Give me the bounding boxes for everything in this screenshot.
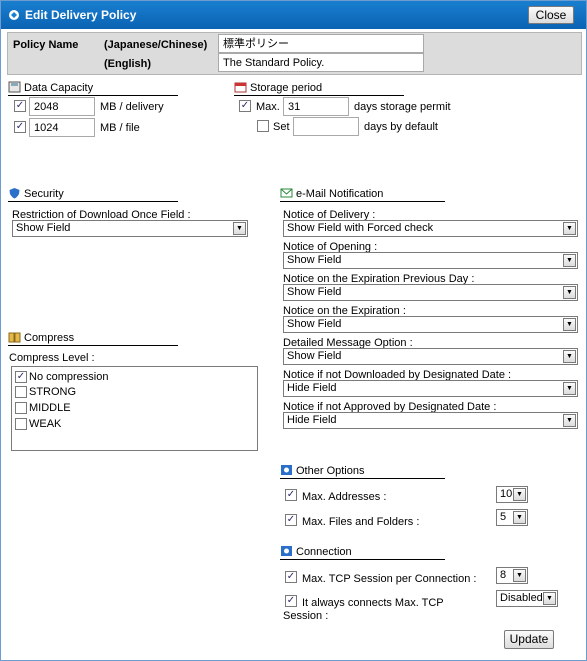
max-tcp-checkbox[interactable]: ✓ bbox=[285, 571, 297, 583]
data-capacity-heading: Data Capacity bbox=[8, 81, 178, 96]
strong-checkbox[interactable] bbox=[15, 386, 27, 398]
window-title: Edit Delivery Policy bbox=[25, 8, 137, 22]
always-connect-label-line2: Session : bbox=[283, 610, 329, 622]
update-button[interactable]: Update bbox=[504, 630, 554, 649]
compress-level-label: Compress Level : bbox=[9, 352, 95, 364]
weak-checkbox[interactable] bbox=[15, 418, 27, 430]
japanese-chinese-label: (Japanese/Chinese) bbox=[104, 39, 208, 51]
chevron-down-icon: ▼ bbox=[563, 318, 576, 331]
chevron-down-icon: ▼ bbox=[563, 414, 576, 427]
max-addresses-select[interactable]: 10 ▼ bbox=[496, 486, 528, 503]
email-notification-heading: e-Mail Notification bbox=[280, 187, 445, 202]
chevron-down-icon: ▼ bbox=[563, 286, 576, 299]
always-connect-checkbox[interactable]: ✓ bbox=[285, 595, 297, 607]
notice-not-approved-select[interactable]: Hide Field ▼ bbox=[283, 412, 578, 429]
policy-name-japanese-input[interactable]: 標準ポリシー bbox=[218, 34, 424, 53]
set-default-label: Set bbox=[273, 121, 290, 133]
chevron-down-icon: ▼ bbox=[543, 592, 556, 605]
disk-icon bbox=[8, 81, 21, 93]
edit-delivery-policy-window: Edit Delivery Policy Close Policy Name (… bbox=[0, 0, 587, 661]
compress-option: MIDDLE bbox=[29, 402, 71, 414]
chevron-down-icon: ▼ bbox=[563, 350, 576, 363]
max-files-label: Max. Files and Folders : bbox=[302, 516, 420, 528]
delivery-capacity-checkbox[interactable]: ✓ bbox=[14, 100, 26, 112]
file-capacity-checkbox[interactable]: ✓ bbox=[14, 121, 26, 133]
compress-option: WEAK bbox=[29, 418, 62, 430]
notice-delivery-select[interactable]: Show Field with Forced check ▼ bbox=[283, 220, 578, 237]
max-storage-checkbox[interactable]: ✓ bbox=[239, 100, 251, 112]
policy-name-panel: Policy Name (Japanese/Chinese) (English)… bbox=[7, 32, 582, 75]
calendar-icon bbox=[234, 82, 247, 93]
storage-period-heading: Storage period bbox=[234, 81, 404, 96]
max-storage-input[interactable]: 31 bbox=[283, 97, 349, 116]
set-default-suffix: days by default bbox=[364, 121, 438, 133]
notice-expiration-select[interactable]: Show Field ▼ bbox=[283, 316, 578, 333]
notice-expiration-previous-select[interactable]: Show Field ▼ bbox=[283, 284, 578, 301]
max-storage-label: Max. bbox=[256, 101, 280, 113]
max-files-select[interactable]: 5 ▼ bbox=[496, 509, 528, 526]
notice-not-downloaded-select[interactable]: Hide Field ▼ bbox=[283, 380, 578, 397]
detailed-message-select[interactable]: Show Field ▼ bbox=[283, 348, 578, 365]
policy-name-label: Policy Name bbox=[13, 39, 79, 51]
compress-heading: Compress bbox=[8, 331, 178, 346]
no-compression-checkbox[interactable]: ✓ bbox=[15, 371, 27, 383]
max-files-checkbox[interactable]: ✓ bbox=[285, 514, 297, 526]
archive-icon bbox=[8, 332, 21, 343]
compress-level-list: ✓ No compression STRONG MIDDLE WEAK bbox=[11, 366, 258, 451]
policy-name-english-input[interactable]: The Standard Policy. bbox=[218, 53, 424, 72]
middle-checkbox[interactable] bbox=[15, 402, 27, 414]
set-default-input[interactable] bbox=[293, 117, 359, 136]
notice-opening-select[interactable]: Show Field ▼ bbox=[283, 252, 578, 269]
shield-icon bbox=[9, 188, 20, 199]
chevron-down-icon: ▼ bbox=[563, 222, 576, 235]
chevron-down-icon: ▼ bbox=[563, 254, 576, 267]
always-connect-label-line1: It always connects Max. TCP bbox=[302, 597, 444, 609]
connection-heading: Connection bbox=[280, 545, 445, 560]
delivery-capacity-input[interactable]: 2048 bbox=[29, 97, 95, 116]
compress-option: No compression bbox=[29, 371, 109, 383]
restriction-download-select[interactable]: Show Field ▼ bbox=[12, 220, 248, 237]
max-addresses-label: Max. Addresses : bbox=[302, 491, 387, 503]
chevron-down-icon: ▼ bbox=[513, 569, 526, 582]
max-storage-suffix: days storage permit bbox=[354, 101, 451, 113]
set-default-checkbox[interactable] bbox=[257, 120, 269, 132]
file-capacity-unit: MB / file bbox=[100, 122, 140, 134]
max-addresses-checkbox[interactable]: ✓ bbox=[285, 489, 297, 501]
file-capacity-input[interactable]: 1024 bbox=[29, 118, 95, 137]
chevron-down-icon: ▼ bbox=[233, 222, 246, 235]
close-button[interactable]: Close bbox=[528, 6, 574, 24]
compress-option: STRONG bbox=[29, 386, 77, 398]
english-label: (English) bbox=[104, 58, 152, 70]
always-connect-select[interactable]: Disabled ▼ bbox=[496, 590, 558, 607]
max-tcp-select[interactable]: 8 ▼ bbox=[496, 567, 528, 584]
max-tcp-label: Max. TCP Session per Connection : bbox=[302, 573, 477, 585]
other-options-heading: Other Options bbox=[280, 464, 445, 479]
chevron-down-icon: ▼ bbox=[563, 382, 576, 395]
title-bar: Edit Delivery Policy Close bbox=[1, 1, 586, 29]
connection-icon bbox=[281, 546, 292, 556]
chevron-down-icon: ▼ bbox=[513, 511, 526, 524]
policy-icon bbox=[9, 10, 19, 20]
chevron-down-icon: ▼ bbox=[513, 488, 526, 501]
mail-icon bbox=[280, 188, 293, 198]
security-heading: Security bbox=[8, 187, 178, 202]
delivery-capacity-unit: MB / delivery bbox=[100, 101, 164, 113]
options-icon bbox=[281, 465, 292, 475]
